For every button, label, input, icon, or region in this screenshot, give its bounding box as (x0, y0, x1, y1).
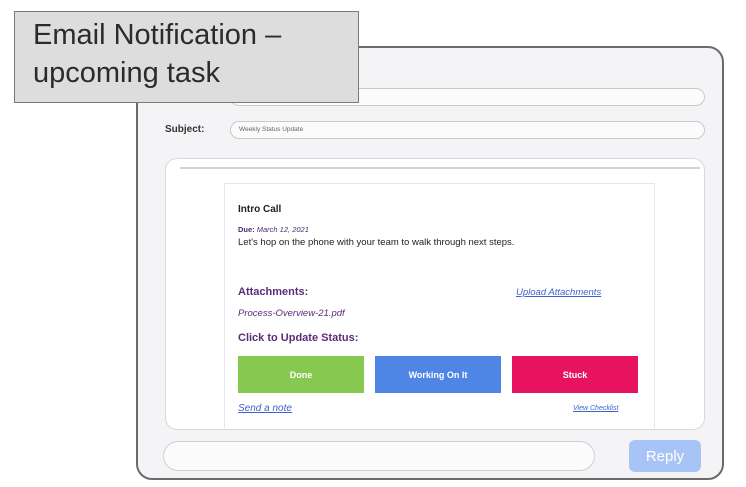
attachments-heading: Attachments: (238, 286, 309, 298)
body-divider (180, 167, 700, 169)
attachment-file-name[interactable]: Process-Overview-21.pdf (238, 308, 345, 319)
reply-input[interactable] (163, 441, 595, 471)
view-checklist-link[interactable]: View Checklist (573, 405, 618, 412)
due-date: March 12, 2021 (256, 225, 309, 234)
task-title: Intro Call (238, 204, 282, 215)
status-done-button[interactable]: Done (238, 356, 364, 393)
caption-box: Email Notification – upcoming task (14, 11, 359, 103)
update-status-heading: Click to Update Status: (238, 332, 359, 344)
status-stuck-button[interactable]: Stuck (512, 356, 638, 393)
send-note-link[interactable]: Send a note (238, 403, 292, 414)
reply-button[interactable]: Reply (629, 440, 701, 472)
upload-attachments-link[interactable]: Upload Attachments (516, 287, 601, 298)
caption-line-2: upcoming task (33, 57, 220, 89)
task-description: Let's hop on the phone with your team to… (238, 237, 515, 248)
subject-label: Subject: (165, 124, 205, 135)
due-label: Due: (238, 225, 255, 234)
due-line: Due: March 12, 2021 (238, 225, 309, 234)
caption-line-1: Email Notification – (33, 19, 282, 51)
subject-field[interactable]: Weekly Status Update (230, 121, 705, 139)
status-working-button[interactable]: Working On It (375, 356, 501, 393)
